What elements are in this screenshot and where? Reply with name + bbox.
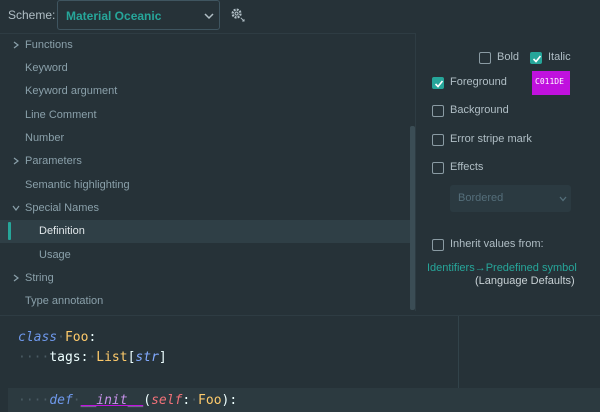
tree-scrollbar[interactable] [410, 126, 415, 310]
tree-item-label: String [25, 272, 54, 284]
error-stripe-label: Error stripe mark [450, 133, 532, 145]
tree-item-type-annotation[interactable]: Type annotation [0, 290, 410, 313]
code-token: Foo [64, 330, 89, 345]
tree-item-label: Keyword [25, 62, 68, 74]
chevron-right-icon[interactable] [12, 157, 20, 165]
code-token: : [88, 330, 97, 345]
checkbox-box[interactable] [432, 105, 444, 117]
background-label: Background [450, 104, 509, 116]
scheme-row: Scheme: Material Oceanic [0, 0, 600, 30]
code-token: self [151, 393, 183, 408]
checkbox-box[interactable] [479, 52, 491, 64]
tree-item-special-names[interactable]: Special Names [0, 197, 410, 220]
tree-item-string[interactable]: String [0, 267, 410, 290]
tree-item-keyword[interactable]: Keyword [0, 57, 410, 80]
code-token: · [190, 393, 199, 408]
code-preview[interactable]: class·Foo: ····tags:·List[str] ····def·_… [0, 315, 600, 412]
chevron-right-icon[interactable] [12, 274, 20, 282]
code-line-4: ····def·__init__(self:·Foo): [18, 393, 237, 408]
tree-item-usage[interactable]: Usage [0, 244, 410, 267]
foreground-color-value: C011DE [535, 77, 564, 86]
scheme-dropdown[interactable]: Material Oceanic [57, 0, 220, 30]
code-token: ( [143, 393, 152, 408]
code-token: ): [221, 393, 238, 408]
code-token: str [135, 350, 159, 365]
scheme-label: Scheme: [8, 8, 56, 22]
code-line-2: ····tags:·List[str] [18, 350, 167, 365]
checkbox-box[interactable] [530, 52, 542, 64]
tree-item-label: Semantic highlighting [25, 179, 130, 191]
check-icon [532, 55, 542, 63]
code-line-1: class·Foo: [18, 330, 96, 345]
effect-type-value: Bordered [458, 192, 504, 204]
code-token: · [57, 330, 65, 345]
code-token: Foo [198, 393, 222, 408]
tree-item-label: Functions [25, 39, 73, 51]
code-token: ···· [18, 350, 50, 365]
tree-item-line-comment[interactable]: Line Comment [0, 104, 410, 127]
attribute-tree: Functions Keyword Keyword argument Line … [0, 33, 416, 311]
inherit-link[interactable]: Identifiers→Predefined symbol [427, 262, 577, 274]
inherit-label: Inherit values from: [450, 238, 544, 250]
effect-type-dropdown[interactable]: Bordered [450, 185, 571, 212]
tree-item-keyword-argument[interactable]: Keyword argument [0, 80, 410, 103]
code-token: tags [49, 350, 81, 365]
foreground-label: Foreground [450, 76, 507, 88]
code-token: __init__ [80, 393, 144, 408]
bold-label: Bold [497, 51, 520, 63]
gear-icon[interactable] [230, 7, 245, 22]
code-token: · [72, 393, 81, 408]
chevron-down-icon[interactable] [12, 204, 20, 212]
code-token: class [18, 330, 58, 345]
tree-item-number[interactable]: Number [0, 127, 410, 150]
tree-item-label: Type annotation [25, 295, 104, 307]
checkbox-box[interactable] [432, 162, 444, 174]
chevron-right-icon[interactable] [12, 41, 20, 49]
tree-item-label: Usage [39, 249, 71, 261]
code-token: ] [158, 350, 167, 365]
effects-label: Effects [450, 161, 484, 173]
tree-item-label: Number [25, 132, 65, 144]
check-icon [434, 80, 444, 88]
code-token: List [96, 350, 128, 365]
tree-item-label: Line Comment [25, 109, 97, 121]
italic-label: Italic [548, 51, 571, 63]
tree-item-definition[interactable]: Definition [0, 220, 410, 243]
tree-item-label: Definition [39, 225, 85, 237]
checkbox-box[interactable] [432, 134, 444, 146]
inherit-source: (Language Defaults) [475, 275, 575, 287]
code-token: def [49, 393, 73, 408]
scheme-value: Material Oceanic [66, 9, 162, 23]
tree-item-parameters[interactable]: Parameters [0, 150, 410, 173]
chevron-down-icon [204, 13, 214, 20]
tree-item-label: Keyword argument [25, 85, 118, 97]
checkbox-box[interactable] [432, 239, 444, 251]
tree-item-label: Special Names [25, 202, 99, 214]
foreground-color-swatch[interactable]: C011DE [532, 71, 570, 95]
tree-item-functions[interactable]: Functions [0, 34, 410, 57]
chevron-down-icon [559, 196, 567, 202]
tree-item-label: Parameters [25, 155, 82, 167]
tree-item-semantic-highlighting[interactable]: Semantic highlighting [0, 174, 410, 197]
checkbox-box[interactable] [432, 77, 444, 89]
selection-indicator [8, 222, 11, 240]
code-token: ···· [18, 393, 50, 408]
